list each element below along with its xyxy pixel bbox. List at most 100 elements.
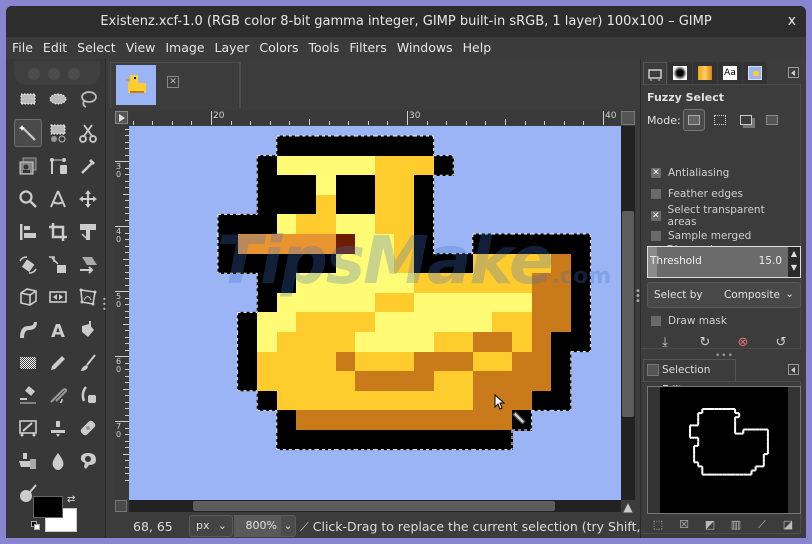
pixel — [570, 253, 591, 274]
restore-icon[interactable]: ↻ — [697, 335, 713, 351]
reset-icon[interactable]: ↺ — [773, 335, 789, 351]
menu-tools[interactable]: Tools — [304, 37, 345, 59]
swap-colors-icon[interactable]: ⇄ — [67, 494, 75, 505]
delete-icon[interactable]: ⊗ — [735, 335, 751, 351]
invert-selection-icon[interactable]: ◩ — [703, 518, 717, 532]
menu-windows[interactable]: Windows — [392, 37, 458, 59]
tab-brushes[interactable] — [668, 62, 692, 84]
select-none-icon[interactable]: ⬚ — [651, 518, 665, 532]
quick-mask-toggle[interactable] — [115, 500, 127, 512]
tool-alignment[interactable] — [14, 218, 42, 246]
tool-crop[interactable] — [44, 218, 72, 246]
tab-images[interactable] — [743, 62, 767, 84]
tool-ellipse-select[interactable] — [44, 85, 72, 113]
close-icon[interactable]: ✕ — [167, 76, 179, 88]
tool-airbrush[interactable] — [44, 381, 72, 409]
tool-unified-transform[interactable] — [74, 218, 102, 246]
save-preset-icon[interactable]: ⤓ — [657, 335, 673, 351]
tab-fonts[interactable]: Aa — [718, 62, 742, 84]
horizontal-ruler[interactable]: 20304050607080 — [129, 111, 621, 125]
tool-zoom[interactable] — [14, 185, 42, 213]
menu-edit[interactable]: Edit — [38, 37, 72, 59]
tool-select-by-color[interactable] — [44, 119, 72, 147]
dock-grip[interactable]: • • • — [635, 287, 641, 307]
tool-foreground-select[interactable] — [14, 152, 42, 180]
duck-thumbnail-icon[interactable] — [116, 65, 156, 105]
menu-filters[interactable]: Filters — [344, 37, 391, 59]
image-tab[interactable]: ✕ — [110, 62, 240, 108]
tool-rectangle-select[interactable] — [14, 85, 42, 113]
to-path-icon[interactable]: ⟋ — [755, 518, 769, 532]
toolbox-grip[interactable]: • • • — [102, 296, 107, 314]
default-colors-icon[interactable] — [31, 521, 41, 531]
horizontal-scrollbar[interactable] — [129, 500, 621, 512]
mode-add-button[interactable] — [709, 109, 731, 131]
tool-scissors-select[interactable] — [74, 119, 102, 147]
selection-editor-menu-button[interactable] — [788, 364, 799, 375]
tool-bucket-fill[interactable] — [74, 316, 102, 344]
canvas[interactable]: TipsMake.com — [129, 126, 621, 500]
draw-mask-checkbox[interactable]: Draw mask — [651, 313, 791, 329]
tool-3d-transform[interactable] — [14, 283, 42, 311]
tool-paintbrush[interactable] — [74, 349, 102, 377]
menu-select[interactable]: Select — [72, 37, 121, 59]
tool-gradient[interactable] — [14, 349, 42, 377]
close-window-button[interactable]: x — [788, 6, 796, 37]
tool-color-picker[interactable] — [74, 152, 102, 180]
tool-eraser[interactable] — [14, 381, 42, 409]
tool-clone[interactable] — [44, 414, 72, 442]
menu-help[interactable]: Help — [458, 37, 497, 59]
tool-fuzzy-select[interactable] — [14, 119, 42, 147]
tool-warp-transform[interactable] — [14, 316, 42, 344]
tool-paths[interactable] — [44, 152, 72, 180]
tool-blur-sharpen[interactable] — [44, 447, 72, 475]
zoom-dropdown[interactable]: ⌄ — [280, 515, 296, 537]
vertical-scrollbar[interactable] — [621, 126, 635, 500]
menu-view[interactable]: View — [121, 37, 161, 59]
checkbox-feather-edges[interactable]: Feather edges — [651, 186, 791, 202]
navigate-icon[interactable]: ▲ — [621, 500, 635, 514]
tab-selection-editor[interactable]: Selection Editor — [643, 359, 736, 396]
tool-measure[interactable] — [44, 185, 72, 213]
select-by-dropdown[interactable]: Select by Composite ⌄ — [647, 282, 801, 308]
tool-smudge[interactable] — [74, 447, 102, 475]
threshold-spin-buttons[interactable]: ▲ ▼ — [788, 247, 800, 277]
tool-perspective[interactable] — [74, 251, 102, 279]
stroke-selection-icon[interactable]: ◪ — [781, 518, 795, 532]
menu-colors[interactable]: Colors — [254, 37, 303, 59]
checkbox-antialiasing[interactable]: ✕ Antialiasing — [651, 165, 791, 181]
select-all-icon[interactable]: ☒ — [677, 518, 691, 532]
tool-shear[interactable] — [44, 251, 72, 279]
mode-intersect-button[interactable] — [761, 109, 783, 131]
vertical-ruler[interactable]: 30 40 50 60 70 — [115, 125, 129, 500]
tool-ink[interactable] — [74, 381, 102, 409]
tool-perspective-clone[interactable] — [14, 447, 42, 475]
threshold-slider[interactable]: Threshold 15.0 ▲ ▼ — [647, 246, 801, 278]
tool-text[interactable]: A — [44, 316, 72, 344]
selection-preview[interactable] — [647, 386, 801, 514]
unit-selector[interactable]: px ⌄ — [189, 515, 233, 537]
menu-layer[interactable]: Layer — [210, 37, 255, 59]
tool-free-select[interactable] — [74, 85, 102, 113]
tool-heal[interactable] — [74, 414, 102, 442]
mode-replace-button[interactable] — [683, 109, 705, 131]
tool-pencil[interactable] — [44, 349, 72, 377]
tool-move[interactable] — [74, 185, 102, 213]
menu-image[interactable]: Image — [160, 37, 209, 59]
mode-subtract-button[interactable] — [735, 109, 757, 131]
save-to-channel-icon[interactable]: ▥ — [729, 518, 743, 532]
zoom-input[interactable]: 800% — [234, 515, 280, 537]
checkbox-sample-merged[interactable]: Sample merged — [651, 228, 791, 244]
foreground-color-swatch[interactable] — [33, 496, 63, 518]
dock-menu-button[interactable] — [788, 67, 799, 78]
tab-tool-options[interactable] — [643, 62, 667, 84]
tool-flip[interactable] — [44, 283, 72, 311]
zoom-fit-button[interactable] — [621, 111, 635, 125]
tool-mypaint-brush[interactable] — [14, 414, 42, 442]
menu-file[interactable]: File — [6, 37, 38, 59]
checkbox-select-transparent-areas[interactable]: ✕ Select transparent areas — [651, 204, 791, 228]
tool-cage-transform[interactable] — [74, 283, 102, 311]
tool-rotate[interactable] — [14, 251, 42, 279]
ruler-menu-button[interactable] — [115, 111, 128, 124]
tab-gradients[interactable] — [693, 62, 717, 84]
